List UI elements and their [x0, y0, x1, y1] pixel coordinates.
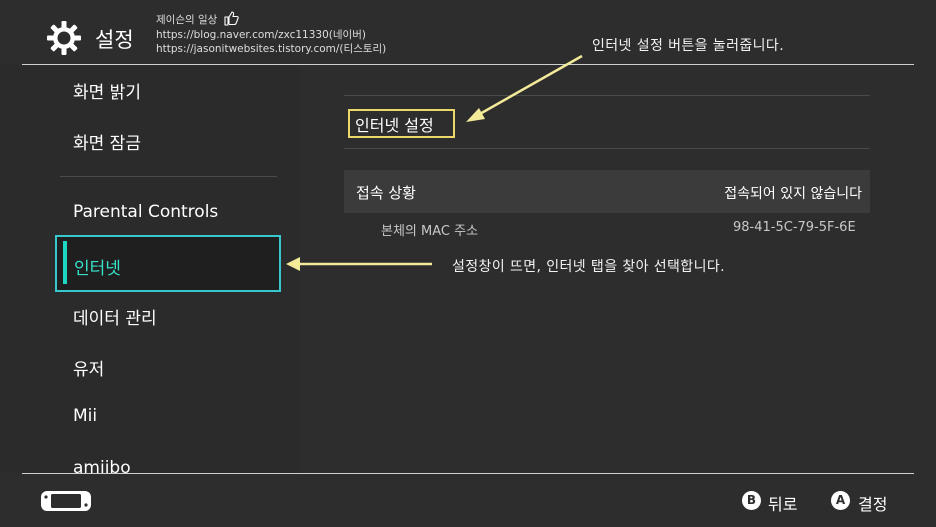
list-divider-top	[344, 95, 870, 96]
sidebar-item-parental-controls[interactable]: Parental Controls	[73, 202, 218, 222]
sidebar-item-users[interactable]: 유저	[73, 355, 104, 380]
sidebar-item-internet-label: 인터넷	[74, 259, 121, 279]
header: 설정 제이슨의 일상 https://blog.naver.com/zxc113…	[0, 0, 936, 64]
sidebar-item-screen-brightness[interactable]: 화면 밝기	[73, 78, 141, 103]
annotation-middle: 설정창이 뜨면, 인터넷 탭을 찾아 선택합니다.	[452, 259, 725, 275]
internet-settings-label: 인터넷 설정	[355, 116, 434, 135]
selection-indicator	[63, 241, 67, 284]
sidebar-divider	[60, 176, 277, 177]
switch-console-icon	[41, 491, 91, 511]
ok-button[interactable]: 결정	[858, 491, 887, 515]
sidebar-item-screen-lock[interactable]: 화면 잠금	[73, 129, 141, 154]
connection-status-row: 접속 상황 접속되어 있지 않습니다	[344, 170, 870, 213]
back-button[interactable]: 뒤로	[768, 491, 797, 515]
mac-address-value: 98-41-5C-79-5F-6E	[733, 220, 856, 235]
sidebar-item-amiibo[interactable]: amiibo	[73, 458, 131, 473]
gear-icon	[47, 21, 81, 55]
sidebar-item-data-management[interactable]: 데이터 관리	[73, 304, 157, 329]
a-button-icon[interactable]: A	[831, 491, 850, 510]
connection-status-label: 접속 상황	[356, 184, 416, 202]
thumbs-up-icon	[224, 11, 239, 26]
blog-url-naver: https://blog.naver.com/zxc11330(네이버)	[156, 28, 366, 41]
blog-url-tistory: https://jasonitwebsites.tistory.com/(티스토…	[156, 43, 387, 55]
blog-name: 제이슨의 일상	[156, 14, 218, 26]
annotation-top: 인터넷 설정 버튼을 눌러줍니다.	[592, 38, 785, 54]
mac-address-label: 본체의 MAC 주소	[381, 224, 479, 239]
list-divider-bottom	[344, 148, 870, 149]
b-button-icon[interactable]: B	[742, 491, 761, 510]
blog-watermark: 제이슨의 일상 https://blog.naver.com/zxc11330(…	[156, 10, 386, 57]
sidebar-item-mii[interactable]: Mii	[73, 406, 97, 426]
page-title: 설정	[95, 28, 134, 52]
connection-status-value: 접속되어 있지 않습니다	[724, 186, 862, 202]
